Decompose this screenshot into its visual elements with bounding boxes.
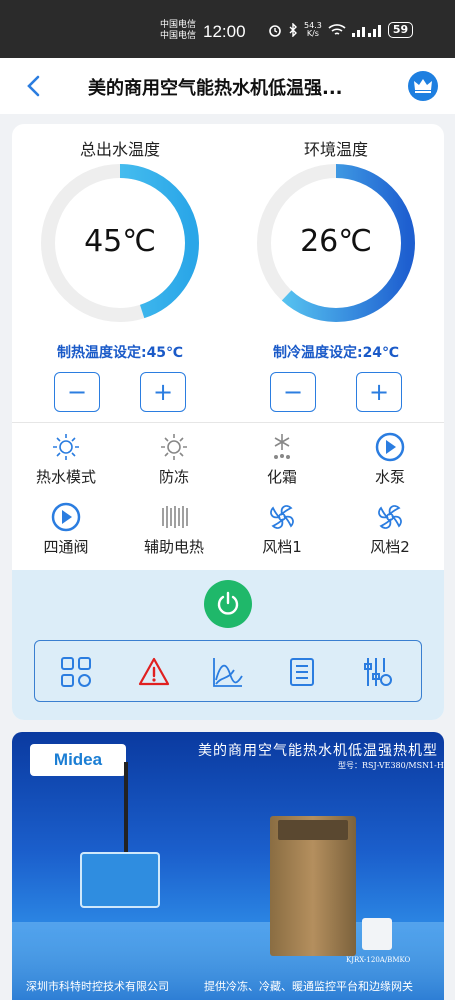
- gateway-device-image: [80, 852, 160, 908]
- alarm-button[interactable]: [137, 655, 171, 689]
- banner-slogan: 提供冷冻、冷藏、暖通监控平台和边缘网关: [204, 980, 413, 993]
- status-label: 防冻: [158, 468, 189, 486]
- list-document-icon: [290, 658, 314, 686]
- alarm-warning-icon: [138, 657, 170, 686]
- unit-fan-grille: [278, 820, 348, 840]
- status-aux-heater: 辅助电热: [120, 502, 228, 558]
- valve-icon: [51, 502, 81, 532]
- settings-sliders-icon: [364, 658, 392, 686]
- heating-decrease-button[interactable]: −: [54, 372, 100, 412]
- power-icon: [217, 591, 239, 615]
- banner-company: 深圳市科特时控技术有限公司: [26, 980, 169, 993]
- controller-panel-image: [362, 918, 392, 950]
- status-fan-speed-2: 风档2: [336, 502, 444, 558]
- banner-unit-model: KJRX-120A/BMKO: [346, 956, 411, 964]
- ambient-temperature-panel: 环境温度 26℃ 制冷温度设定:24℃ − +: [228, 124, 444, 424]
- status-label: 化霜: [266, 468, 297, 486]
- carrier-1: 中国电信: [160, 20, 197, 30]
- records-button[interactable]: [285, 655, 319, 689]
- status-icons: 54.3 K/s 59: [268, 22, 414, 38]
- cooling-setpoint: 制冷温度设定:24℃: [272, 345, 400, 361]
- pump-icon: [375, 432, 405, 462]
- midea-logo: Midea: [30, 744, 126, 776]
- sun-icon: [161, 434, 187, 460]
- fan-icon: [378, 505, 402, 529]
- status-label: 四通阀: [43, 538, 89, 556]
- product-banner[interactable]: Midea 美的商用空气能热水机低温强热机型 型号：RSJ-VE380/MSN1…: [12, 732, 444, 1000]
- carrier-labels: 中国电信 中国电信: [160, 20, 196, 42]
- heating-increase-button[interactable]: +: [140, 372, 186, 412]
- banner-model: 型号：RSJ-VE380/MSN1-H: [338, 761, 444, 770]
- bluetooth-icon: [289, 23, 297, 37]
- cooling-decrease-button[interactable]: −: [270, 372, 316, 412]
- overview-button[interactable]: [59, 655, 93, 689]
- crown-button[interactable]: [408, 71, 438, 101]
- status-water-pump: 水泵: [336, 432, 444, 488]
- settings-button[interactable]: [361, 655, 395, 689]
- net-speed: 54.3 K/s: [304, 22, 322, 38]
- status-time: 12:00: [203, 22, 246, 41]
- control-area: [12, 570, 444, 720]
- chevron-left-icon: [27, 75, 40, 97]
- gauge-value: 45℃: [84, 224, 156, 259]
- toolbar: [34, 640, 422, 702]
- status-label: 辅助电热: [143, 538, 204, 556]
- grid-icon: [61, 657, 91, 687]
- cooling-increase-button[interactable]: +: [356, 372, 402, 412]
- antenna-image: [124, 762, 128, 860]
- signal-icon: [351, 25, 381, 37]
- heating-setpoint: 制热温度设定:45℃: [56, 345, 184, 361]
- status-label: 热水模式: [35, 468, 96, 486]
- back-button[interactable]: [18, 68, 54, 104]
- status-label: 风档2: [370, 538, 410, 556]
- curve-chart-icon: [213, 658, 243, 687]
- status-defrost: 化霜: [228, 432, 336, 488]
- power-button[interactable]: [204, 580, 252, 628]
- wifi-icon: [328, 24, 346, 35]
- status-four-way-valve: 四通阀: [12, 502, 120, 558]
- status-antifreeze: 防冻: [120, 432, 228, 488]
- carrier-2: 中国电信: [160, 31, 197, 41]
- net-speed-unit: K/s: [306, 29, 319, 38]
- page-title: 美的商用空气能热水机低温强...: [88, 78, 343, 99]
- alarm-icon: [269, 25, 281, 37]
- fan-icon: [270, 505, 294, 529]
- battery-level: 59: [387, 22, 414, 38]
- gauge-value: 26℃: [300, 224, 372, 259]
- sun-icon: [53, 434, 79, 460]
- curve-button[interactable]: [211, 655, 245, 689]
- banner-title: 美的商用空气能热水机低温强热机型: [198, 743, 438, 759]
- status-bar: 中国电信 中国电信 12:00 54.3 K/s 59: [0, 0, 455, 58]
- nav-bar: 美的商用空气能热水机低温强...: [0, 58, 455, 114]
- outlet-temperature-panel: 总出水温度 45℃ 制热温度设定:45℃ − +: [12, 124, 228, 424]
- device-card: 总出水温度 45℃ 制热温度设定:45℃ − + 环境温度 26℃ 制冷温度设定…: [12, 124, 444, 720]
- snowflake-drops-icon: [274, 434, 290, 459]
- gauge-title: 环境温度: [303, 140, 368, 159]
- status-fan-speed-1: 风档1: [228, 502, 336, 558]
- status-label: 风档1: [262, 538, 302, 556]
- heater-icon: [162, 506, 188, 528]
- gauge-title: 总出水温度: [79, 140, 160, 159]
- status-label: 水泵: [374, 468, 405, 486]
- status-hot-water-mode: 热水模式: [12, 432, 120, 488]
- heat-pump-unit-image: [270, 816, 356, 956]
- crown-icon: [414, 79, 432, 93]
- divider: [12, 422, 444, 423]
